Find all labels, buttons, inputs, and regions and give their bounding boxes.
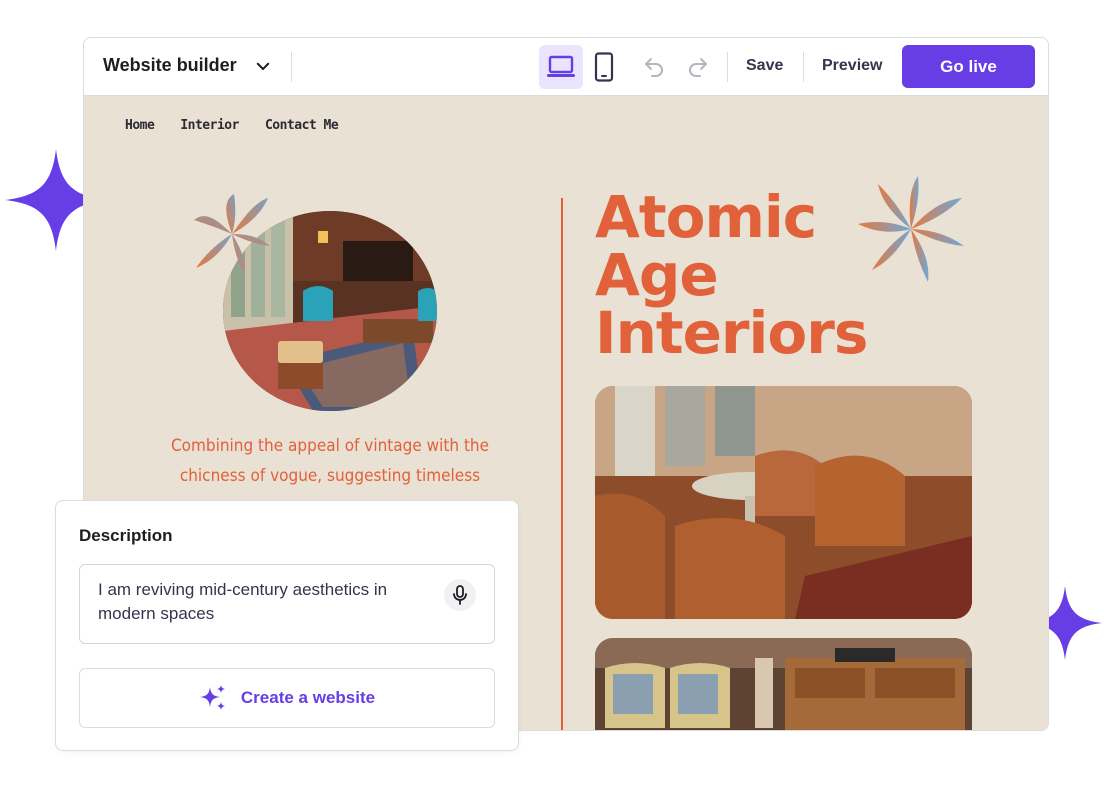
description-value: I am reviving mid-century aesthetics in …	[98, 580, 388, 623]
description-label: Description	[79, 526, 173, 545]
ai-sparkles-icon	[199, 685, 225, 710]
nav-link-interior[interactable]: Interior	[180, 118, 239, 133]
redo-button[interactable]	[684, 52, 712, 80]
nav-link-contact[interactable]: Contact Me	[265, 118, 339, 133]
create-website-button[interactable]: Create a website	[79, 668, 495, 728]
undo-icon	[645, 58, 663, 77]
mobile-icon	[594, 52, 614, 82]
chevron-down-icon[interactable]	[254, 57, 272, 75]
nav-link-home[interactable]: Home	[125, 118, 155, 133]
go-live-button[interactable]: Go live	[902, 45, 1035, 88]
laptop-icon	[547, 55, 575, 77]
starburst-icon	[858, 176, 964, 282]
toolbar-divider	[291, 52, 292, 82]
toolbar-divider	[727, 52, 728, 82]
voice-input-button[interactable]	[444, 579, 476, 611]
undo-button[interactable]	[640, 52, 668, 80]
mobile-view-button[interactable]	[582, 45, 626, 89]
site-tagline: Combining the appeal of vintage with the…	[154, 431, 506, 491]
lounge-chairs-image	[595, 386, 972, 619]
description-input[interactable]: I am reviving mid-century aesthetics in …	[79, 564, 495, 644]
vertical-divider	[561, 198, 563, 730]
builder-title[interactable]: Website builder	[103, 55, 237, 76]
starburst-icon	[194, 194, 270, 274]
save-button[interactable]: Save	[746, 57, 783, 75]
tagline-line: Combining the appeal of vintage with the	[170, 436, 490, 456]
hero-title-line: Interiors	[595, 299, 868, 367]
desktop-view-button[interactable]	[539, 45, 583, 89]
create-website-label: Create a website	[240, 688, 376, 707]
description-card: Description I am reviving mid-century ae…	[55, 500, 519, 751]
preview-button[interactable]: Preview	[822, 57, 882, 75]
toolbar-divider	[803, 52, 804, 82]
redo-icon	[689, 58, 707, 77]
builder-toolbar: Website builder Save Preview Go live	[84, 38, 1048, 96]
living-room-image	[595, 638, 972, 730]
tagline-line: chicness of vogue, suggesting timeless	[179, 466, 481, 486]
microphone-icon	[453, 585, 467, 605]
site-nav: Home Interior Contact Me	[125, 118, 364, 133]
